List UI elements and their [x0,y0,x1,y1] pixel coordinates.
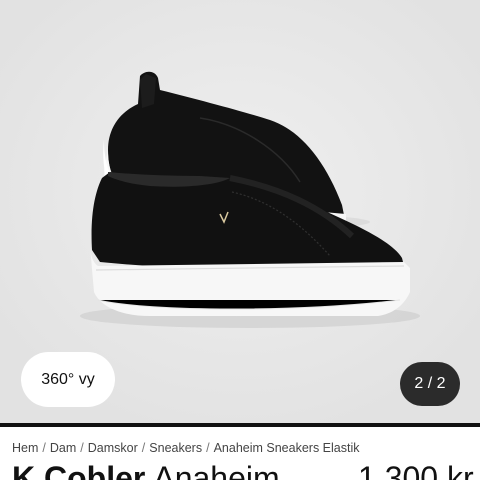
breadcrumb-separator: / [42,441,46,455]
product-image-gallery[interactable]: 360° vy 2 / 2 [0,0,480,423]
product-model: Anaheim [153,460,280,480]
breadcrumb-item-current: Anaheim Sneakers Elastik [213,441,360,455]
breadcrumb-separator: / [141,441,146,455]
breadcrumb-separator: / [206,441,210,455]
breadcrumb-separator: / [80,441,84,455]
pager-label: 2 / 2 [414,375,446,392]
breadcrumb-item-hem[interactable]: Hem [12,441,38,455]
breadcrumb-item-dam[interactable]: Dam [50,441,76,455]
breadcrumb: Hem / Dam / Damskor / Sneakers / Anaheim Sneaker… [12,441,359,455]
product-price: 1 300 kr [358,460,474,480]
gallery-divider [0,423,480,427]
view-360-label: 360° vy [41,370,95,388]
view-360-button[interactable]: 360° vy [21,352,115,407]
breadcrumb-item-sneakers[interactable]: Sneakers [149,441,202,455]
breadcrumb-item-damskor[interactable]: Damskor [88,441,138,455]
image-pager: 2 / 2 [400,362,460,406]
product-title-row: K.Cobler Anaheim 1 300 kr [12,458,480,480]
product-brand: K.Cobler [12,460,146,480]
